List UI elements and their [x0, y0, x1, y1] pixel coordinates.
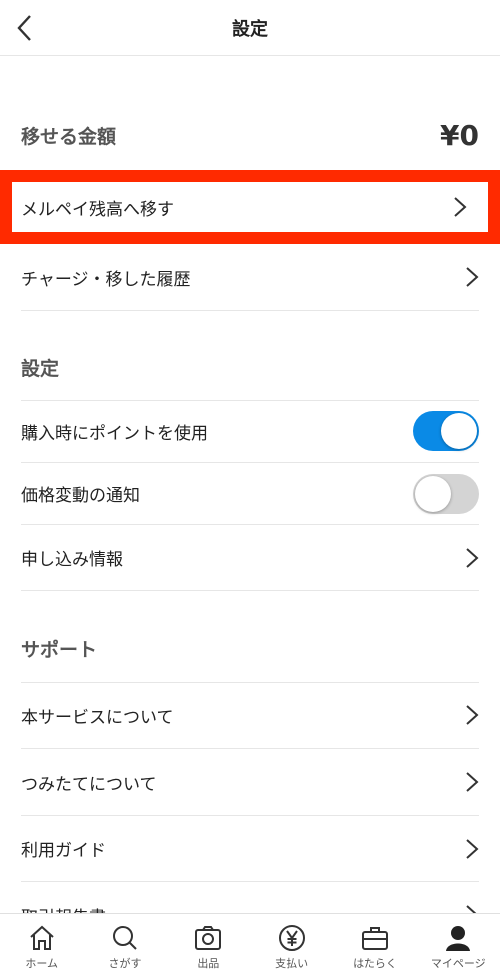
- tab-work[interactable]: はたらく: [333, 914, 416, 978]
- person-icon: [446, 926, 471, 951]
- back-icon[interactable]: [14, 14, 38, 42]
- briefcase-icon: [361, 927, 388, 950]
- row-label: 価格変動の通知: [21, 486, 140, 506]
- tab-sell[interactable]: 出品: [167, 914, 250, 978]
- tab-mypage[interactable]: マイページ: [417, 914, 500, 978]
- tab-label: 出品: [197, 957, 220, 970]
- amount-value: ¥0: [440, 118, 479, 152]
- chevron-right-icon: [466, 772, 479, 792]
- row-label: メルペイ残高へ移す: [21, 199, 174, 220]
- support-section-title: サポート: [21, 639, 98, 661]
- search-icon: [112, 926, 137, 950]
- tab-label: ホーム: [25, 957, 58, 970]
- about-tsumitate-row[interactable]: つみたてについて: [21, 749, 479, 816]
- tab-pay[interactable]: 支払い: [250, 914, 333, 978]
- tab-home[interactable]: ホーム: [0, 914, 83, 978]
- chevron-right-icon: [466, 267, 479, 287]
- usage-guide-row[interactable]: 利用ガイド: [21, 816, 479, 882]
- amount-row: 移せる金額 ¥0: [21, 100, 479, 170]
- row-label: つみたてについて: [21, 774, 157, 795]
- settings-section-title: 設定: [21, 358, 60, 380]
- tab-search[interactable]: さがす: [83, 914, 166, 978]
- application-info-row[interactable]: 申し込み情報: [21, 525, 479, 591]
- chevron-right-icon: [454, 197, 467, 217]
- tab-label: 支払い: [275, 957, 309, 970]
- about-service-row[interactable]: 本サービスについて: [21, 682, 479, 749]
- price-notify-row: 価格変動の通知: [21, 463, 479, 525]
- header: 設定: [0, 0, 500, 56]
- home-icon: [29, 925, 54, 950]
- use-points-row: 購入時にポイントを使用: [21, 400, 479, 463]
- page-title: 設定: [232, 18, 268, 40]
- row-label: 利用ガイド: [21, 841, 106, 861]
- row-label: チャージ・移した履歴: [21, 269, 191, 290]
- history-row[interactable]: チャージ・移した履歴: [21, 244, 479, 311]
- tab-label: マイページ: [430, 957, 486, 970]
- tab-label: さがす: [108, 957, 142, 970]
- chevron-right-icon: [466, 838, 479, 859]
- tab-bar: ホーム さがす 出品 支払い はたらく マイページ: [0, 913, 500, 978]
- row-label: 申し込み情報: [21, 550, 123, 570]
- row-label: 本サービスについて: [21, 707, 174, 728]
- use-points-toggle[interactable]: [413, 411, 479, 451]
- chevron-right-icon: [466, 705, 479, 725]
- amount-label: 移せる金額: [21, 125, 117, 148]
- row-label: 購入時にポイントを使用: [21, 423, 208, 444]
- camera-icon: [195, 926, 222, 950]
- transfer-to-merpay-row[interactable]: メルペイ残高へ移す: [0, 170, 500, 244]
- chevron-right-icon: [466, 547, 479, 568]
- yen-icon: [278, 925, 305, 951]
- price-notify-toggle[interactable]: [413, 473, 479, 514]
- tab-label: はたらく: [353, 957, 397, 970]
